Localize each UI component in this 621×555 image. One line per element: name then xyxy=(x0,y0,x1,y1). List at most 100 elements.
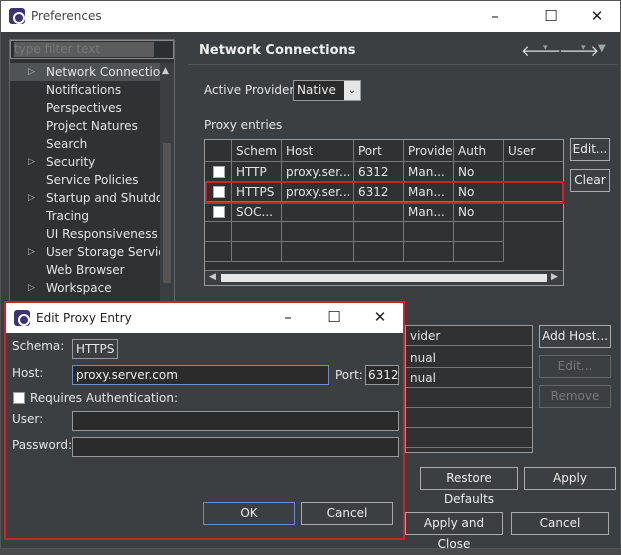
schema-label: Schema: xyxy=(12,339,65,353)
auth-cell: No xyxy=(454,162,504,182)
page-title: Network Connections xyxy=(199,43,356,58)
scroll-left-icon[interactable]: ◀ xyxy=(209,272,216,282)
schema-cell: HTTP xyxy=(232,162,282,182)
dialog-title-bar: Edit Proxy Entry – ☐ ✕ xyxy=(6,303,403,333)
column-header-schema[interactable]: Schem xyxy=(232,140,282,162)
list-item[interactable]: nual xyxy=(406,348,532,368)
user-label: User: xyxy=(12,412,44,426)
password-label: Password: xyxy=(12,438,73,452)
sidebar-item[interactable]: ▷ User Storage Service xyxy=(10,243,160,261)
forward-arrow-icon[interactable]: 🡒 xyxy=(559,41,599,60)
back-arrow-icon[interactable]: 🡐 xyxy=(521,41,561,60)
scroll-right-icon[interactable]: ▶ xyxy=(551,272,558,282)
scroll-up-icon[interactable]: ▲ xyxy=(162,66,169,76)
expand-arrow-icon[interactable]: ▷ xyxy=(28,153,35,171)
maximize-icon[interactable]: ☐ xyxy=(541,7,561,25)
user-cell xyxy=(504,162,563,182)
proxy-entries-label: Proxy entries xyxy=(204,118,283,132)
window-title: Preferences xyxy=(31,9,102,23)
minimize-icon[interactable]: – xyxy=(485,7,505,25)
apply-and-close-button[interactable]: Apply and Close xyxy=(405,512,503,551)
sidebar-item[interactable]: UI Responsiveness M xyxy=(10,225,160,243)
sidebar-item[interactable]: Perspectives xyxy=(10,99,160,117)
view-menu-icon[interactable]: ▼ xyxy=(598,43,606,54)
proxy-entries-table: Schem Host Port Provide Auth User HTTP p… xyxy=(204,139,564,286)
ok-button[interactable]: OK xyxy=(203,502,295,525)
chevron-down-icon: ⌄ xyxy=(344,81,360,100)
provider-cell: Man... xyxy=(404,202,454,222)
header-divider xyxy=(188,64,618,65)
selected-row-highlight xyxy=(205,181,564,204)
requires-auth-checkbox[interactable] xyxy=(13,392,25,404)
sidebar-item[interactable]: ▷ Security xyxy=(10,153,160,171)
expand-arrow-icon[interactable]: ▷ xyxy=(28,279,35,297)
host-input[interactable]: proxy.server.com xyxy=(72,365,329,385)
edit-entry-button[interactable]: Edit... xyxy=(570,138,610,161)
user-cell xyxy=(504,202,563,222)
sidebar-item[interactable]: Service Policies xyxy=(10,171,160,189)
restore-defaults-button[interactable]: Restore Defaults xyxy=(420,467,518,506)
expand-arrow-icon[interactable]: ▷ xyxy=(28,63,35,81)
sidebar-item-label: User Storage Service xyxy=(46,245,160,259)
column-header-auth[interactable]: Auth xyxy=(454,140,504,162)
row-checkbox[interactable] xyxy=(213,166,225,178)
sidebar-item-label: Tracing xyxy=(46,209,90,223)
cancel-button[interactable]: Cancel xyxy=(511,512,609,535)
password-input[interactable] xyxy=(72,437,399,457)
clear-entry-button[interactable]: Clear xyxy=(570,169,610,192)
back-dropdown-icon[interactable]: ▾ xyxy=(543,43,548,53)
port-input[interactable]: 6312 xyxy=(365,365,399,385)
list-item[interactable]: vider xyxy=(406,326,532,346)
scroll-thumb[interactable] xyxy=(163,143,171,283)
list-item[interactable]: nual xyxy=(406,368,532,388)
table-row[interactable]: HTTP proxy.ser... 6312 Man... No xyxy=(205,162,563,182)
sidebar-item-label: Search xyxy=(46,137,88,151)
sidebar-item[interactable]: Search xyxy=(10,135,160,153)
active-provider-select[interactable]: Native ⌄ xyxy=(293,80,361,101)
column-header-port[interactable]: Port xyxy=(354,140,404,162)
sidebar-item-label: Web Browser xyxy=(46,263,125,277)
sidebar-item-label: Service Policies xyxy=(46,173,139,187)
close-icon[interactable]: ✕ xyxy=(587,7,607,25)
list-item-empty xyxy=(406,388,532,408)
preferences-window: Preferences – ☐ ✕ type filter text ▷ Netw… xyxy=(0,0,621,551)
active-provider-label: Active Provider: xyxy=(204,83,299,97)
sidebar-item[interactable]: Web Browser xyxy=(10,261,160,279)
sidebar-item-label: Notifications xyxy=(46,83,122,97)
add-host-button[interactable]: Add Host... xyxy=(539,325,611,348)
table-row[interactable]: SOC... Man... No xyxy=(205,202,563,222)
column-header-provider[interactable]: Provide xyxy=(404,140,454,162)
table-row-empty xyxy=(205,242,563,262)
scroll-thumb[interactable] xyxy=(221,274,547,282)
sidebar-item[interactable]: ▷ Startup and Shutdow xyxy=(10,189,160,207)
app-icon xyxy=(9,8,25,24)
edit-host-button[interactable]: Edit... xyxy=(539,355,611,378)
sidebar-item[interactable]: Tracing xyxy=(10,207,160,225)
sidebar-item[interactable]: ▷ Workspace xyxy=(10,279,160,297)
empty-cell xyxy=(205,222,232,242)
minimize-icon[interactable]: – xyxy=(278,308,298,326)
remove-host-button[interactable]: Remove xyxy=(539,385,611,408)
column-header-host[interactable]: Host xyxy=(282,140,354,162)
preference-tree: ▷ Network Connection Notifications Perspect… xyxy=(10,63,160,297)
apply-button[interactable]: Apply xyxy=(524,467,616,490)
expand-arrow-icon[interactable]: ▷ xyxy=(28,189,35,207)
filter-input[interactable]: type filter text xyxy=(10,40,174,59)
list-item-empty xyxy=(406,408,532,428)
column-header-user[interactable]: User xyxy=(504,140,563,162)
sidebar-item[interactable]: Notifications xyxy=(10,81,160,99)
proxy-bypass-table: vider nual nual xyxy=(405,325,533,453)
host-cell: proxy.ser... xyxy=(282,162,354,182)
sidebar-item[interactable]: ▷ Network Connection xyxy=(10,63,160,81)
user-input[interactable] xyxy=(72,411,399,431)
forward-dropdown-icon[interactable]: ▾ xyxy=(581,43,586,53)
table-horizontal-scrollbar[interactable]: ◀ ▶ xyxy=(205,270,563,285)
sidebar-item[interactable]: Project Natures xyxy=(10,117,160,135)
expand-arrow-icon[interactable]: ▷ xyxy=(28,243,35,261)
maximize-icon[interactable]: ☐ xyxy=(324,308,344,326)
dialog-cancel-button[interactable]: Cancel xyxy=(301,502,393,525)
tree-scrollbar[interactable]: ▲ xyxy=(160,63,174,301)
row-checkbox[interactable] xyxy=(213,206,225,218)
close-icon[interactable]: ✕ xyxy=(370,308,390,326)
empty-cell xyxy=(232,222,282,242)
